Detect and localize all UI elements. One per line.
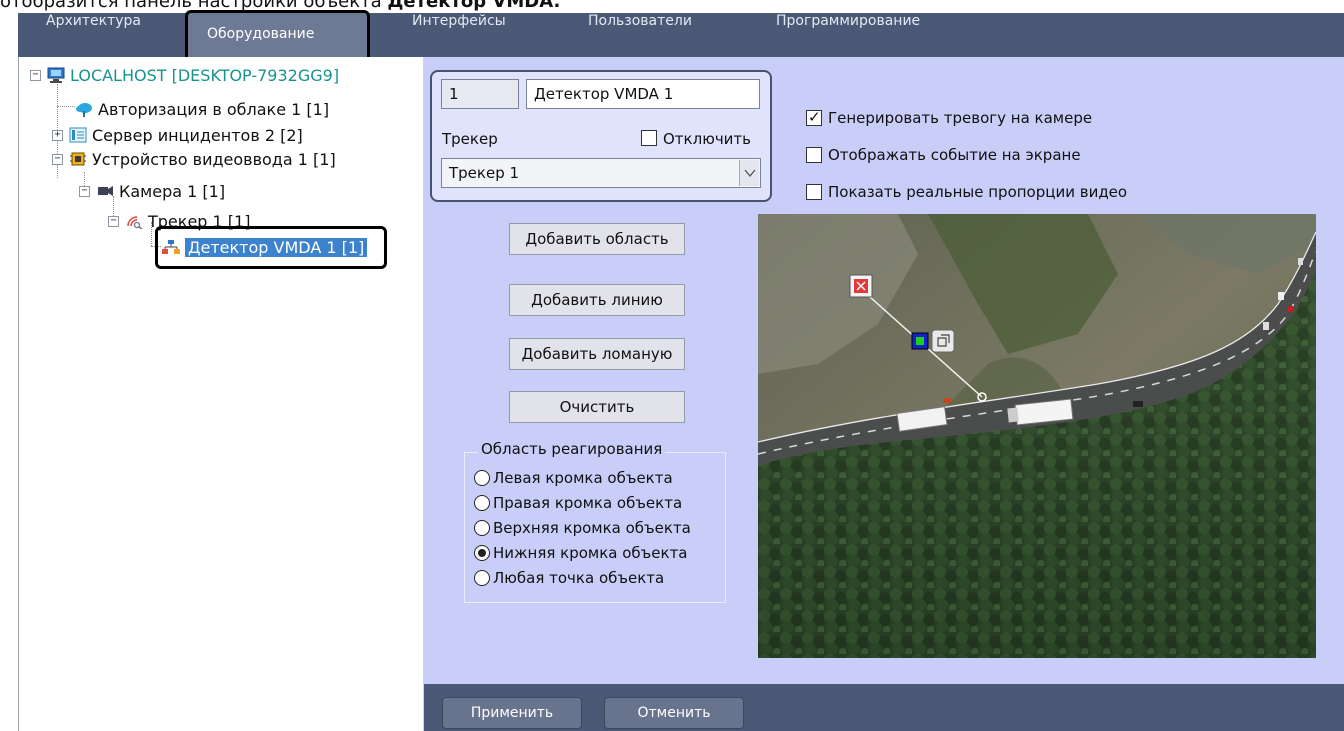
tree-label-localhost: LOCALHOST [DESKTOP-7932GG9] [70,65,340,85]
radio-right-edge[interactable]: Правая кромка объекта [474,493,682,513]
radio-button[interactable] [474,520,490,536]
menu-hardware-tab[interactable]: Оборудование [187,13,367,57]
radio-right-edge-label: Правая кромка объекта [493,494,683,512]
radio-bottom-edge-label: Нижняя кромка объекта [493,544,688,562]
tree-item-incident-server[interactable]: + Сервер инцидентов 2 [2] [52,124,303,146]
tree-label-vmda-detector: Детектор VMDA 1 [1] [185,237,368,257]
radio-top-edge-label: Верхняя кромка объекта [493,519,691,537]
caption-bold: Детектор VMDA. [387,0,561,12]
tree-line [151,246,161,247]
tree-item-tracker[interactable]: − Трекер 1 [1] [108,210,250,232]
tree-item-localhost[interactable]: − LOCALHOST [DESKTOP-7932GG9] [30,64,339,86]
add-area-button[interactable]: Добавить область [509,223,685,255]
app-window: отобразится панель настройки объекта Дет… [0,0,1344,731]
tree-line [57,106,75,107]
caption-text: отобразится панель настройки объекта [0,0,388,12]
camera-icon [96,183,114,199]
radio-bottom-edge[interactable]: Нижняя кромка объекта [474,543,688,563]
computer-icon [47,67,65,83]
collapse-icon[interactable]: − [52,153,63,165]
option-generate-alarm-label: Генерировать тревогу на камере [828,109,1093,127]
menu-interfaces[interactable]: Интерфейсы [412,13,506,29]
menu-hardware[interactable]: Оборудование [207,26,314,42]
radio-button[interactable] [474,570,490,586]
option-real-proportions-checkbox[interactable] [806,184,822,200]
tree-label-tracker: Трекер 1 [1] [148,211,251,231]
cloud-icon [75,101,93,117]
apply-button[interactable]: Применить [442,697,582,729]
expand-icon[interactable]: + [52,129,63,141]
radio-left-edge-label: Левая кромка объекта [493,469,673,487]
doc-caption: отобразится панель настройки объекта Дет… [0,0,560,12]
tree-item-cloud-auth[interactable]: Авторизация в облаке 1 [1] [75,98,329,120]
tree-label-incident-server: Сервер инцидентов 2 [2] [92,125,303,145]
cancel-button[interactable]: Отменить [604,697,744,729]
option-real-proportions-label: Показать реальные пропорции видео [828,183,1128,201]
camera-video-preview[interactable] [758,214,1316,658]
radio-button[interactable] [474,470,490,486]
server-icon [69,127,87,143]
disable-label: Отключить [663,130,752,148]
radio-button-selected[interactable] [474,545,490,561]
radio-top-edge[interactable]: Верхняя кромка объекта [474,518,691,538]
collapse-icon[interactable]: − [30,69,41,81]
video-frame-image [758,214,1316,658]
add-polyline-button[interactable]: Добавить ломаную [509,338,685,370]
tracker-select-value: Трекер 1 [449,164,520,182]
detector-icon [162,239,180,255]
tracker-icon [125,213,143,230]
detector-id-field[interactable]: 1 [441,79,519,109]
checkmark-icon: ✓ [808,109,821,126]
radio-left-edge[interactable]: Левая кромка объекта [474,468,673,488]
add-line-button[interactable]: Добавить линию [509,284,685,316]
option-generate-alarm-checkbox[interactable]: ✓ [806,109,822,126]
tree-item-camera[interactable]: − Камера 1 [1] [79,180,225,202]
tracker-select[interactable]: Трекер 1 [441,158,761,188]
radio-any-point-label: Любая точка объекта [493,569,665,587]
menu-architecture[interactable]: Архитектура [46,13,141,29]
tree-label-camera: Камера 1 [1] [119,181,226,201]
collapse-icon[interactable]: − [108,215,119,227]
tree-label-cloud-auth: Авторизация в облаке 1 [1] [98,99,330,119]
menu-programming[interactable]: Программирование [776,13,920,29]
option-show-event-label: Отображать событие на экране [828,146,1081,164]
response-area-title: Область реагирования [478,440,666,458]
menu-users[interactable]: Пользователи [588,13,692,29]
clear-button[interactable]: Очистить [509,391,685,423]
radio-any-point[interactable]: Любая точка объекта [474,568,664,588]
chevron-down-icon[interactable] [739,160,759,186]
disable-checkbox[interactable] [641,130,657,146]
tree-item-vmda-detector[interactable]: Детектор VMDA 1 [1] [162,236,368,258]
tree-label-video-input: Устройство видеоввода 1 [1] [92,149,336,169]
tree-item-video-input[interactable]: − Устройство видеоввода 1 [1] [52,148,336,170]
radio-button[interactable] [474,495,490,511]
collapse-icon[interactable]: − [79,185,90,197]
detector-name-field[interactable]: Детектор VMDA 1 [526,79,760,109]
option-show-event-checkbox[interactable] [806,147,822,163]
tracker-label: Трекер [442,130,498,148]
chip-icon [69,151,87,167]
